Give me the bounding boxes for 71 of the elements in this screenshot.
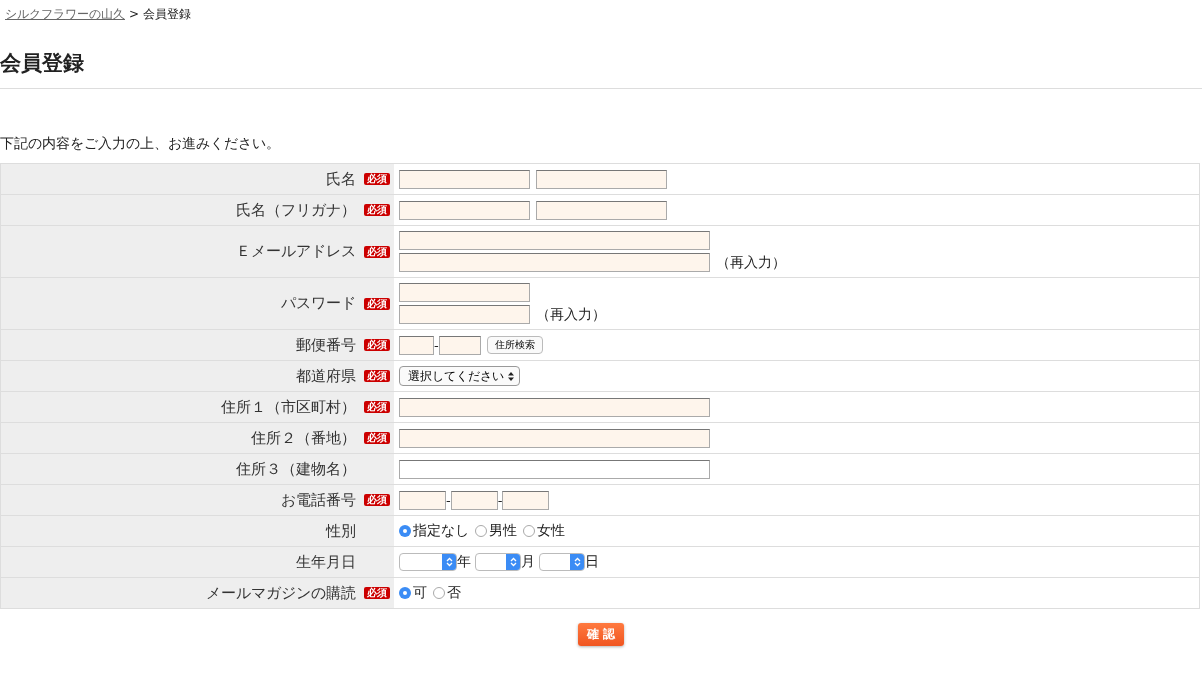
input-field[interactable] [502,490,550,510]
input-field[interactable] [450,490,498,510]
required-badge: 必須 [364,587,390,599]
radio-option[interactable]: 否 [433,584,461,602]
field-label: 住所２（番地） [251,428,356,448]
required-badge: 必須 [364,339,390,351]
radio-button[interactable] [523,525,535,537]
input-field[interactable] [399,283,530,302]
radio-option[interactable]: 指定なし [399,522,469,540]
required-badge: 必須 [364,173,390,185]
address-search-button[interactable]: 住所検索 [486,336,543,354]
date-select[interactable] [475,553,521,571]
field-label: 住所１（市区町村） [221,397,356,417]
radio-button[interactable] [399,587,411,599]
date-unit: 日 [585,553,599,571]
input-field[interactable] [399,335,434,355]
breadcrumb-link[interactable]: シルクフラワーの山久 [5,5,125,23]
updown-arrows-icon [508,371,514,381]
separator: - [497,492,503,508]
input-field[interactable] [399,397,710,417]
stepper-icon [506,554,520,570]
input-field[interactable] [399,169,530,189]
radio-button[interactable] [399,525,411,537]
input-field[interactable] [399,459,710,479]
date-unit: 月 [521,553,535,571]
input-field[interactable] [536,200,667,220]
input-field[interactable] [399,305,530,324]
input-field[interactable] [399,231,710,250]
reenter-note: （再入力） [716,253,786,272]
separator: - [446,492,451,508]
input-field[interactable] [399,253,710,272]
input-field[interactable] [399,428,710,448]
separator: - [434,337,439,353]
field-label: 氏名 [326,169,356,189]
field-label: 郵便番号 [296,335,356,355]
field-label: 住所３（建物名） [236,459,356,479]
field-label: メールマガジンの購読 [206,583,356,603]
field-label: お電話番号 [281,490,356,510]
reenter-note: （再入力） [536,305,606,324]
field-label: 氏名（フリガナ） [236,200,356,220]
required-badge: 必須 [364,432,390,444]
radio-button[interactable] [433,587,445,599]
breadcrumb-current: 会員登録 [143,5,192,23]
input-field[interactable] [536,169,667,189]
radio-option[interactable]: 女性 [523,522,565,540]
required-badge: 必須 [364,401,390,413]
stepper-icon [570,554,584,570]
required-badge: 必須 [364,297,390,310]
input-field[interactable] [399,200,530,220]
date-unit: 年 [457,553,471,571]
date-select[interactable] [399,553,457,571]
required-badge: 必須 [364,204,390,216]
field-label: パスワード [281,294,356,313]
breadcrumb-separator: > [129,7,140,21]
field-label: 性別 [326,521,356,541]
field-label: Ｅメールアドレス [236,242,356,261]
date-select[interactable] [539,553,585,571]
input-field[interactable] [399,490,446,510]
page-title: 会員登録 [0,23,1202,89]
radio-option[interactable]: 男性 [475,522,517,540]
radio-button[interactable] [475,525,487,537]
required-badge: 必須 [364,370,390,382]
intro-text: 下記の内容をご入力の上、お進みください。 [0,134,281,153]
required-badge: 必須 [364,245,390,258]
field-label: 生年月日 [296,552,356,572]
input-field[interactable] [438,335,481,355]
required-badge: 必須 [364,494,390,506]
prefecture-select[interactable]: 選択してください [399,366,520,386]
radio-option[interactable]: 可 [399,584,427,602]
stepper-icon [442,554,456,570]
field-label: 都道府県 [296,366,356,386]
